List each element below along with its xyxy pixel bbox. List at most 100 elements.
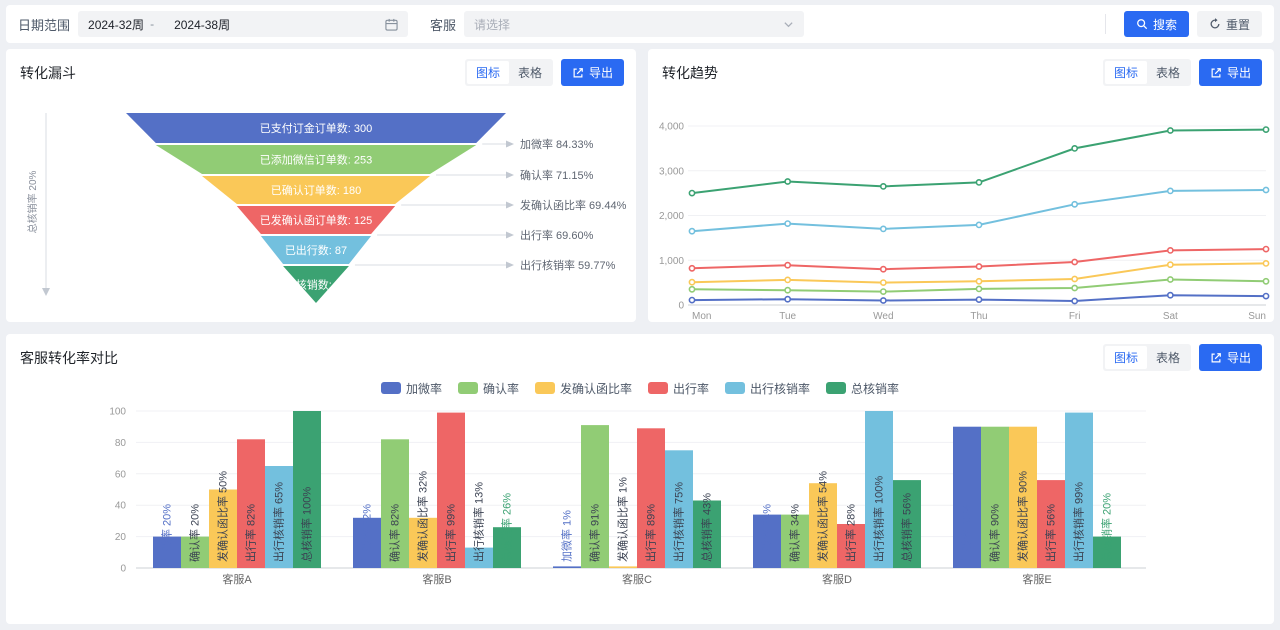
bar-value-label: 加微率 32% <box>360 504 374 562</box>
bar-value-label: 发确认函比率 90% <box>1016 471 1030 562</box>
funnel-panel-title: 转化漏斗 <box>20 63 76 83</box>
trend-data-point <box>785 263 790 268</box>
trend-data-point <box>1168 248 1173 253</box>
topbar-divider <box>1105 14 1106 34</box>
bar-category-label: 客服E <box>1022 572 1051 586</box>
search-button[interactable]: 搜索 <box>1124 11 1189 37</box>
refresh-icon <box>1209 18 1221 30</box>
trend-ytick-label: 1,000 <box>659 256 684 267</box>
trend-data-point <box>689 280 694 285</box>
legend-item[interactable]: 发确认函比率 <box>535 380 632 397</box>
export-icon <box>1210 67 1222 79</box>
funnel-stage-label: 已发确认函订单数: 125 <box>260 213 372 227</box>
legend-item[interactable]: 出行率 <box>648 380 709 397</box>
compare-export-button[interactable]: 导出 <box>1199 344 1262 371</box>
legend-item[interactable]: 总核销率 <box>826 380 899 397</box>
bar-value-label: 发确认函比率 50% <box>216 471 230 562</box>
funnel-stage-label: 已核销数: 52 <box>285 278 347 292</box>
legend-label: 总核销率 <box>851 380 899 397</box>
trend-view-toggle: 图标 表格 <box>1103 59 1191 86</box>
trend-data-point <box>976 297 981 302</box>
bar-category-label: 客服C <box>622 572 652 586</box>
bar-value-label: 出行率 56% <box>1044 504 1058 562</box>
trend-data-point <box>785 297 790 302</box>
trend-toggle-chart[interactable]: 图标 <box>1105 61 1147 84</box>
funnel-rate-label: 发确认函比率 69.44% <box>520 198 627 212</box>
bar-value-label: 发确认函比率 32% <box>416 471 430 562</box>
bar-ytick-label: 0 <box>120 564 126 575</box>
funnel-toggle-chart[interactable]: 图标 <box>467 61 509 84</box>
funnel-panel: 转化漏斗 图标 表格 导出 已支付订金订单数: 300已添加微信订单数: 253… <box>6 49 636 322</box>
legend-item[interactable]: 加微率 <box>381 380 442 397</box>
legend-swatch <box>648 382 668 394</box>
bar-value-label: 出行率 99% <box>444 504 458 562</box>
bar-ytick-label: 60 <box>115 469 127 480</box>
funnel-stage-label: 已出行数: 87 <box>285 243 347 257</box>
funnel-view-toggle: 图标 表格 <box>465 59 553 86</box>
trend-data-point <box>1072 202 1077 207</box>
chevron-down-icon <box>783 19 794 30</box>
compare-panel-header: 客服转化率对比 图标 表格 导出 <box>6 334 1274 375</box>
bar-value-label: 加微率 1% <box>560 510 574 562</box>
trend-data-point <box>881 298 886 303</box>
legend-label: 出行率 <box>673 380 709 397</box>
funnel-chart[interactable]: 已支付订金订单数: 300已添加微信订单数: 253已确认订单数: 180已发确… <box>6 90 636 331</box>
bar-value-label: 出行核销率 99% <box>1072 482 1086 562</box>
bar-ytick-label: 40 <box>115 501 127 512</box>
trend-xtick-label: Mon <box>692 311 711 322</box>
funnel-panel-header: 转化漏斗 图标 表格 导出 <box>6 49 636 90</box>
trend-data-point <box>785 288 790 293</box>
trend-ytick-label: 3,000 <box>659 166 684 177</box>
compare-bar-chart[interactable]: 020406080100客服A加微率 20%确认率 20%发确认函比率 50%出… <box>6 397 1274 595</box>
funnel-export-button[interactable]: 导出 <box>561 59 624 86</box>
date-range-picker[interactable]: 2024-32周 - 2024-38周 <box>78 11 408 37</box>
legend-label: 加微率 <box>406 380 442 397</box>
bar-value-label: 确认率 20% <box>188 504 202 562</box>
trend-xtick-label: Fri <box>1069 311 1081 322</box>
legend-item[interactable]: 确认率 <box>458 380 519 397</box>
trend-data-point <box>1072 259 1077 264</box>
trend-data-point <box>785 179 790 184</box>
bar-value-label: 发确认函比率 1% <box>616 477 630 562</box>
trend-data-point <box>1168 262 1173 267</box>
bar-value-label: 出行核销率 75% <box>672 482 686 562</box>
bar-value-label: 出行率 82% <box>244 504 258 562</box>
trend-data-point <box>1168 293 1173 298</box>
reset-button-label: 重置 <box>1226 16 1250 33</box>
bar-category-label: 客服D <box>822 572 852 586</box>
search-button-label: 搜索 <box>1153 16 1177 33</box>
trend-toggle-table[interactable]: 表格 <box>1147 61 1189 84</box>
compare-toggle-chart[interactable]: 图标 <box>1105 346 1147 369</box>
compare-export-label: 导出 <box>1227 349 1251 366</box>
trend-xtick-label: Wed <box>873 311 893 322</box>
date-start-value[interactable]: 2024-32周 <box>88 16 144 33</box>
compare-panel-title: 客服转化率对比 <box>20 348 118 368</box>
trend-export-label: 导出 <box>1227 64 1251 81</box>
trend-data-point <box>1263 279 1268 284</box>
trend-data-point <box>689 229 694 234</box>
bar-value-label: 出行核销率 65% <box>272 482 286 562</box>
compare-legend: 加微率 确认率 发确认函比率 出行率 出行核销率 总核销率 <box>6 379 1274 397</box>
funnel-connector-arrow <box>506 141 514 148</box>
bar-value-label: 出行率 28% <box>844 504 858 562</box>
trend-data-point <box>1072 146 1077 151</box>
export-icon <box>1210 352 1222 364</box>
bar-value-label: 出行核销率 13% <box>472 482 486 562</box>
trend-chart[interactable]: 01,0002,0003,0004,000MonTueWedThuFriSatS… <box>648 90 1274 331</box>
funnel-toggle-table[interactable]: 表格 <box>509 61 551 84</box>
agent-select[interactable]: 请选择 <box>464 11 804 37</box>
trend-data-point <box>785 221 790 226</box>
agent-label: 客服 <box>430 15 456 34</box>
reset-button[interactable]: 重置 <box>1197 11 1262 37</box>
date-end-value[interactable]: 2024-38周 <box>174 16 379 33</box>
bar-value-label: 出行率 89% <box>644 504 658 562</box>
trend-data-point <box>1263 127 1268 132</box>
trend-data-point <box>1263 187 1268 192</box>
bar-category-label: 客服B <box>422 572 451 586</box>
legend-swatch <box>535 382 555 394</box>
compare-toggle-table[interactable]: 表格 <box>1147 346 1189 369</box>
trend-data-point <box>689 298 694 303</box>
legend-item[interactable]: 出行核销率 <box>725 380 810 397</box>
bar-value-label: 总核销率 100% <box>300 487 314 562</box>
trend-export-button[interactable]: 导出 <box>1199 59 1262 86</box>
